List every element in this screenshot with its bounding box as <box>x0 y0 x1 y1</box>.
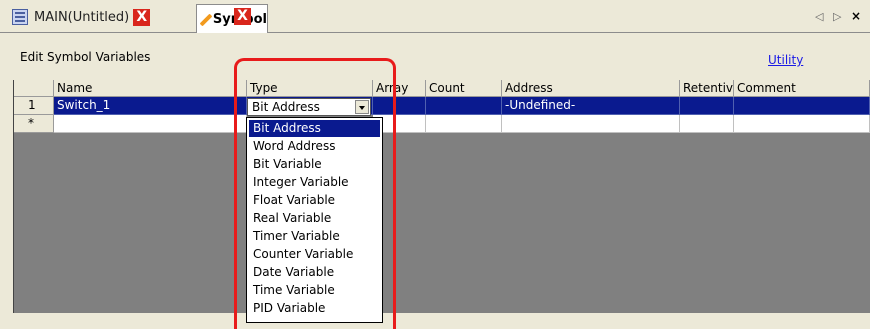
main-screen-icon <box>12 9 28 25</box>
row-marker[interactable]: * <box>14 115 54 133</box>
pencil-icon <box>197 12 209 28</box>
row-marker[interactable]: 1 <box>14 97 54 115</box>
scroll-left-icon[interactable]: ◁ <box>815 10 826 23</box>
column-header-comment[interactable]: Comment <box>734 80 870 97</box>
cell-name[interactable]: Switch_1 <box>54 97 247 115</box>
cell-comment[interactable] <box>734 97 870 115</box>
column-header-name[interactable]: Name <box>54 80 247 97</box>
cell-name[interactable] <box>54 115 247 133</box>
tab-strip: MAIN(Untitled) X Symbol X ◁ ▷ × <box>0 0 870 34</box>
cell-retentive[interactable] <box>680 115 734 133</box>
cell-count[interactable] <box>426 97 502 115</box>
close-icon[interactable]: X <box>234 8 251 25</box>
cell-comment[interactable] <box>734 115 870 133</box>
tab-main[interactable]: MAIN(Untitled) X <box>12 4 198 30</box>
panel-title: Edit Symbol Variables <box>20 50 151 64</box>
tab-nav: ◁ ▷ × <box>815 9 864 23</box>
utility-link[interactable]: Utility <box>768 53 803 67</box>
cell-retentive[interactable] <box>680 97 734 115</box>
cell-count[interactable] <box>426 115 502 133</box>
tab-main-label: MAIN(Untitled) <box>34 9 130 25</box>
close-icon[interactable]: X <box>133 8 151 26</box>
tab-symbol[interactable]: Symbol <box>196 4 268 34</box>
highlight-callout <box>234 58 396 329</box>
cell-address[interactable] <box>502 115 680 133</box>
column-header-address[interactable]: Address <box>502 80 680 97</box>
cell-address[interactable]: -Undefined- <box>502 97 680 115</box>
scroll-right-icon[interactable]: ▷ <box>833 10 844 23</box>
row-header-corner <box>14 80 54 97</box>
column-header-count[interactable]: Count <box>426 80 502 97</box>
column-header-retentive[interactable]: Retentiv <box>680 80 734 97</box>
close-panel-icon[interactable]: × <box>851 9 864 23</box>
